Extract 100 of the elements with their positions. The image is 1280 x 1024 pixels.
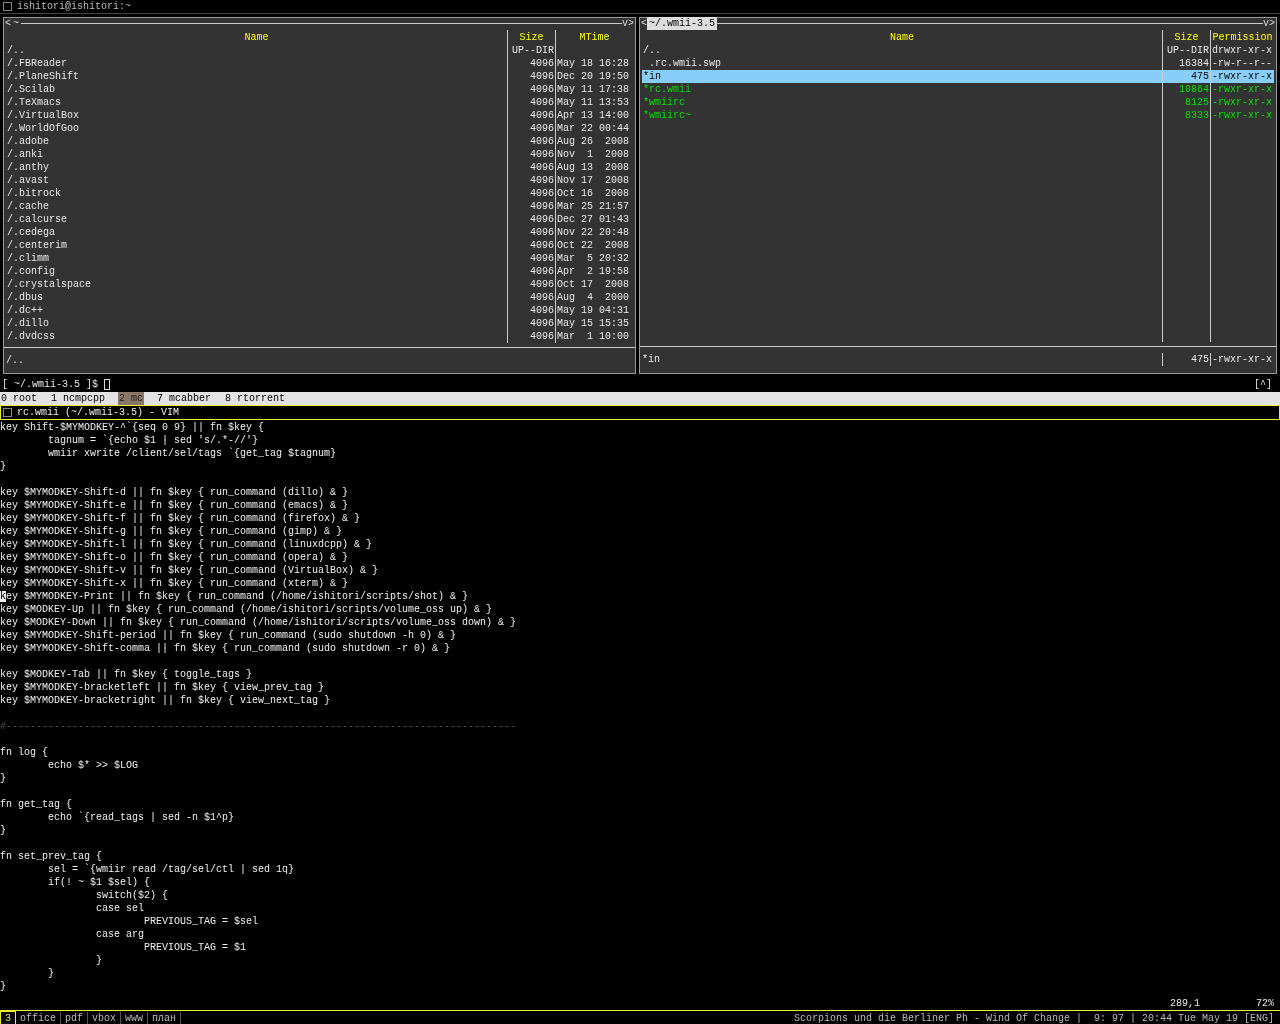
file-name[interactable]: *wmiirc (642, 96, 1162, 109)
file-name[interactable]: /.anki (6, 148, 507, 161)
file-size: 4096 (529, 239, 555, 252)
column-header[interactable]: Name (642, 31, 1162, 44)
selected-file-name: /.. (6, 354, 25, 367)
code-line: tagnum = `{echo $1 | sed 's/.*-//'} (47, 434, 260, 447)
tag-button[interactable]: план (148, 1012, 182, 1024)
file-name[interactable]: /.WorldOfGoo (6, 122, 507, 135)
screen-tab[interactable]: 0 root (0, 392, 38, 405)
code-line: key $MODKEY-Tab || fn $key { toggle_tags } (0, 668, 254, 681)
screen-tab[interactable]: 2 mc (118, 392, 145, 405)
code-line: key $MYMODKEY-Shift-g || fn $key { run_command (gimp) & } (0, 525, 344, 538)
code-line: key $MYMODKEY-Shift-e || fn $key { run_command (emacs) & } (0, 499, 350, 512)
file-size: 4096 (529, 148, 555, 161)
file-detail: -rwxr-xr-x (1212, 84, 1272, 95)
file-name[interactable]: /.anthy (6, 161, 507, 174)
file-size: 4096 (529, 252, 555, 265)
screen-tab[interactable]: 7 mcabber (156, 392, 213, 405)
tag-button[interactable]: www (121, 1012, 149, 1024)
panel-right-arrow[interactable]: v> (622, 17, 634, 30)
file-detail: Aug 13 2008 (557, 162, 630, 173)
file-detail: Dec 27 01:43 (557, 214, 630, 225)
file-name[interactable]: .rc.wmii.swp (642, 57, 1162, 70)
file-size: 475 (1163, 70, 1210, 83)
file-detail: Oct 22 2008 (557, 240, 630, 251)
file-size: 4096 (529, 57, 555, 70)
file-name[interactable]: /.Scilab (6, 83, 507, 96)
file-name[interactable]: *wmiirc~ (642, 109, 1162, 122)
status-text: Scorpions und die Berliner Ph - Wind Of Change | 9: 97 | 20:44 Tue May 19 [ENG] (793, 1012, 1275, 1024)
file-detail: May 19 04:31 (557, 305, 630, 316)
file-name[interactable]: /.adobe (6, 135, 507, 148)
code-line: key $MODKEY-Down || fn $key { run_command (/home/ishitori/scripts/volume_oss down) & } (0, 616, 518, 629)
file-name[interactable]: /.centerim (6, 239, 507, 252)
panel-right-arrow[interactable]: v> (1263, 17, 1275, 30)
tag-button[interactable]: vbox (88, 1012, 122, 1024)
selected-file-size: 475 (1162, 353, 1210, 366)
file-name[interactable]: /.dvdcss (6, 330, 507, 343)
code-line: } (0, 772, 7, 785)
file-detail: -rwxr-xr-x (1212, 97, 1272, 108)
file-detail: drwxr-xr-x (1212, 45, 1272, 56)
tag-button[interactable]: 3 (0, 1011, 16, 1024)
file-detail: Mar 22 00:44 (557, 123, 630, 134)
code-line: PREVIOUS_TAG = $1 (143, 941, 248, 954)
code-line: } (0, 460, 7, 473)
file-name[interactable]: /.. (6, 44, 507, 57)
panel-left-arrow[interactable]: < (5, 17, 11, 30)
code-line: fn log { (0, 746, 49, 759)
scroll-percent: 72% (1256, 997, 1274, 1010)
cursor-position: 289,1 (1169, 997, 1200, 1010)
file-name[interactable]: /.dillo (6, 317, 507, 330)
screen-tab[interactable]: 8 rtorrent (224, 392, 287, 405)
code-line: } (0, 824, 7, 837)
tag-button[interactable]: pdf (61, 1012, 89, 1024)
selected-file-name: *in (642, 353, 662, 366)
file-name[interactable]: /.PlaneShift (6, 70, 507, 83)
file-size: 4096 (529, 317, 555, 330)
file-detail: Dec 20 19:50 (557, 71, 630, 82)
file-detail: Aug 26 2008 (557, 136, 630, 147)
screen-tab[interactable]: 1 ncmpcpp (50, 392, 107, 405)
code-line: key $MYMODKEY-Shift-l || fn $key { run_command (linuxdcpp) & } (0, 538, 374, 551)
file-size: 8333 (1184, 109, 1210, 122)
file-name[interactable]: /.cedega (6, 226, 507, 239)
file-name[interactable]: /.avast (6, 174, 507, 187)
file-name[interactable]: /.VirtualBox (6, 109, 507, 122)
file-detail: Aug 4 2000 (557, 292, 630, 303)
window-icon (3, 408, 12, 417)
file-name[interactable]: /.config (6, 265, 507, 278)
file-size: 10864 (1178, 83, 1210, 96)
column-header[interactable]: Permission (1211, 31, 1274, 44)
file-name[interactable]: *rc.wmii (642, 83, 1162, 96)
code-line: } (95, 954, 104, 967)
file-name[interactable]: /.. (642, 44, 1162, 57)
column-header[interactable]: MTime (556, 31, 633, 44)
panel-left-arrow[interactable]: < (641, 17, 648, 30)
file-name[interactable]: /.TeXmacs (6, 96, 507, 109)
file-size: 8125 (1184, 96, 1210, 109)
code-line: fn get_tag { (0, 798, 73, 811)
panel-path: ~/.wmii-3.5 (647, 17, 718, 30)
tag-button[interactable]: office (16, 1012, 62, 1024)
file-detail: Nov 1 2008 (557, 149, 630, 160)
file-name[interactable]: /.dbus (6, 291, 507, 304)
file-size: 4096 (529, 135, 555, 148)
file-detail: May 11 13:53 (557, 97, 630, 108)
file-name[interactable]: *in (642, 70, 1162, 83)
file-detail: May 11 17:38 (557, 84, 630, 95)
file-name[interactable]: /.FBReader (6, 57, 507, 70)
file-size: 4096 (529, 291, 555, 304)
panel-path: ~ (12, 17, 21, 30)
file-name[interactable]: /.calcurse (6, 213, 507, 226)
text-cursor (104, 379, 110, 390)
column-header[interactable]: Size (1163, 31, 1210, 44)
file-name[interactable]: /.bitrock (6, 187, 507, 200)
file-name[interactable]: /.dc++ (6, 304, 507, 317)
file-name[interactable]: /.crystalspace (6, 278, 507, 291)
file-detail: Nov 22 20:48 (557, 227, 630, 238)
file-detail: Nov 17 2008 (557, 175, 630, 186)
file-name[interactable]: /.cache (6, 200, 507, 213)
column-header[interactable]: Name (6, 31, 507, 44)
file-name[interactable]: /.climm (6, 252, 507, 265)
column-header[interactable]: Size (508, 31, 555, 44)
